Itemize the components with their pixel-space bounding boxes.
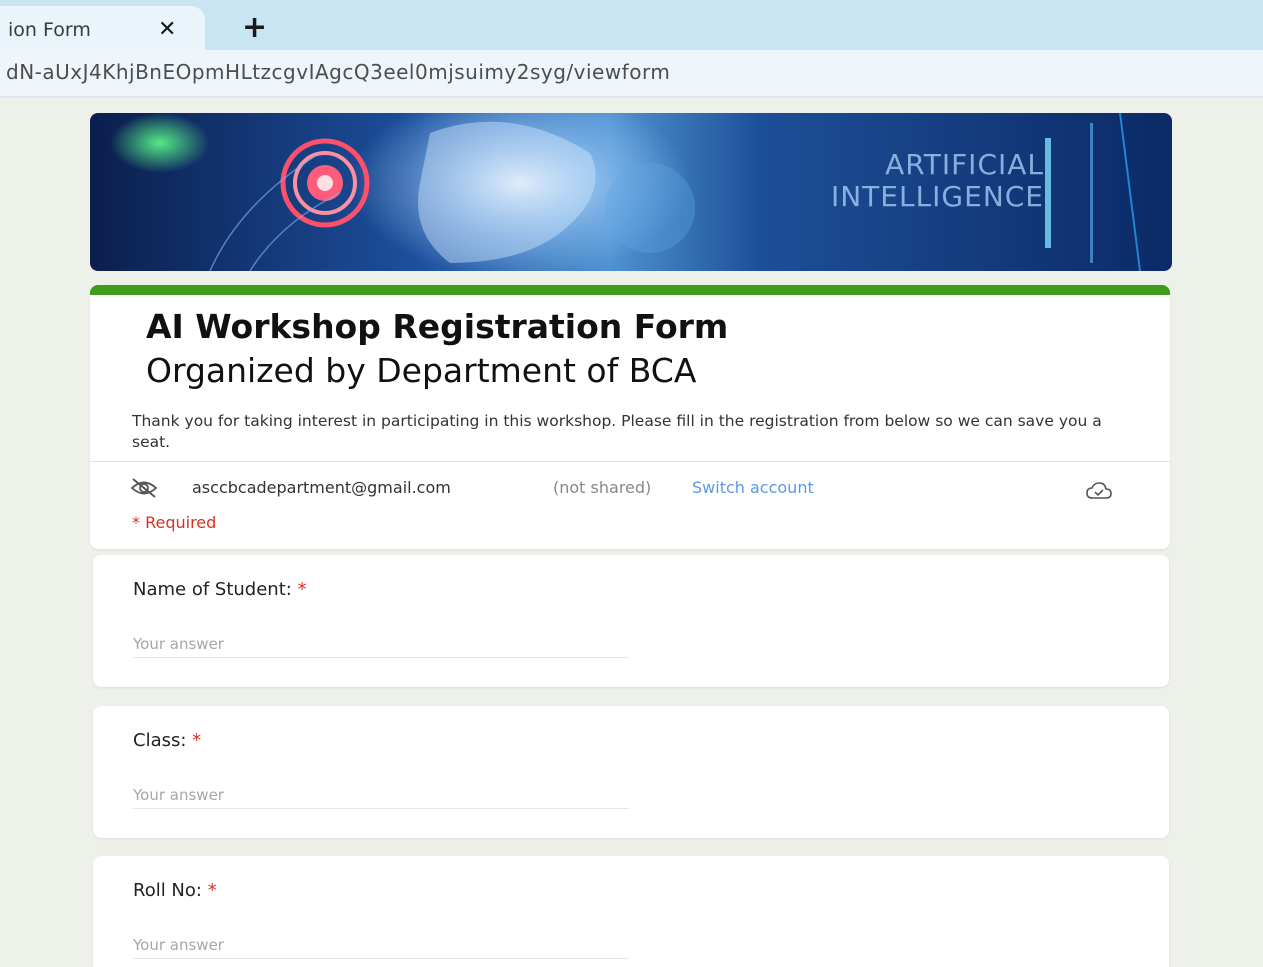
- form-header-card: AI Workshop Registration Form Organized …: [90, 285, 1170, 549]
- header-banner-image: ARTIFICIAL INTELLIGENCE: [90, 113, 1172, 271]
- url-text[interactable]: dN-aUxJ4KhjBnEOpmHLtzcgvIAgcQ3eel0mjsuim…: [6, 60, 670, 84]
- name-of-student-input[interactable]: [133, 631, 629, 658]
- close-tab-icon[interactable]: ✕: [158, 17, 176, 42]
- question-label: Name of Student: *: [133, 579, 307, 600]
- switch-account-link[interactable]: Switch account: [692, 478, 814, 497]
- required-note: * Required: [132, 513, 217, 532]
- browser-tab[interactable]: ion Form ✕: [0, 6, 205, 50]
- form-subtitle: Organized by Department of BCA: [146, 351, 697, 390]
- question-card-name: Name of Student: *: [93, 555, 1169, 687]
- header-divider: [90, 461, 1170, 462]
- question-text: Name of Student:: [133, 579, 292, 600]
- banner-line-1: ARTIFICIAL: [885, 148, 1044, 181]
- form-title: AI Workshop Registration Form: [146, 307, 729, 346]
- eye-off-icon: [130, 477, 158, 503]
- question-text: Roll No:: [133, 880, 202, 901]
- required-asterisk: *: [207, 880, 217, 901]
- question-card-class: Class: *: [93, 706, 1169, 838]
- form-description: Thank you for taking interest in partici…: [132, 412, 1102, 451]
- required-asterisk: *: [297, 579, 307, 600]
- browser-tab-bar: ion Form ✕ +: [0, 0, 1263, 50]
- question-card-roll-no: Roll No: *: [93, 856, 1169, 967]
- question-label: Roll No: *: [133, 880, 217, 901]
- banner-caption: ARTIFICIAL INTELLIGENCE: [831, 149, 1044, 213]
- cloud-icon: [1086, 481, 1112, 505]
- required-asterisk: *: [192, 730, 202, 751]
- form-page: ARTIFICIAL INTELLIGENCE AI Workshop Regi…: [0, 98, 1263, 967]
- account-email: asccbcadepartment@gmail.com: [192, 478, 451, 497]
- question-label: Class: *: [133, 730, 201, 751]
- banner-line-2: INTELLIGENCE: [830, 180, 1044, 213]
- roll-no-input[interactable]: [133, 932, 629, 959]
- address-bar[interactable]: dN-aUxJ4KhjBnEOpmHLtzcgvIAgcQ3eel0mjsuim…: [0, 50, 1263, 98]
- class-input[interactable]: [133, 782, 629, 809]
- question-text: Class:: [133, 730, 187, 751]
- account-row: asccbcadepartment@gmail.com (not shared)…: [130, 475, 1130, 503]
- not-shared-label: (not shared): [553, 478, 652, 497]
- tab-title: ion Form: [8, 19, 91, 41]
- new-tab-button[interactable]: +: [242, 10, 267, 45]
